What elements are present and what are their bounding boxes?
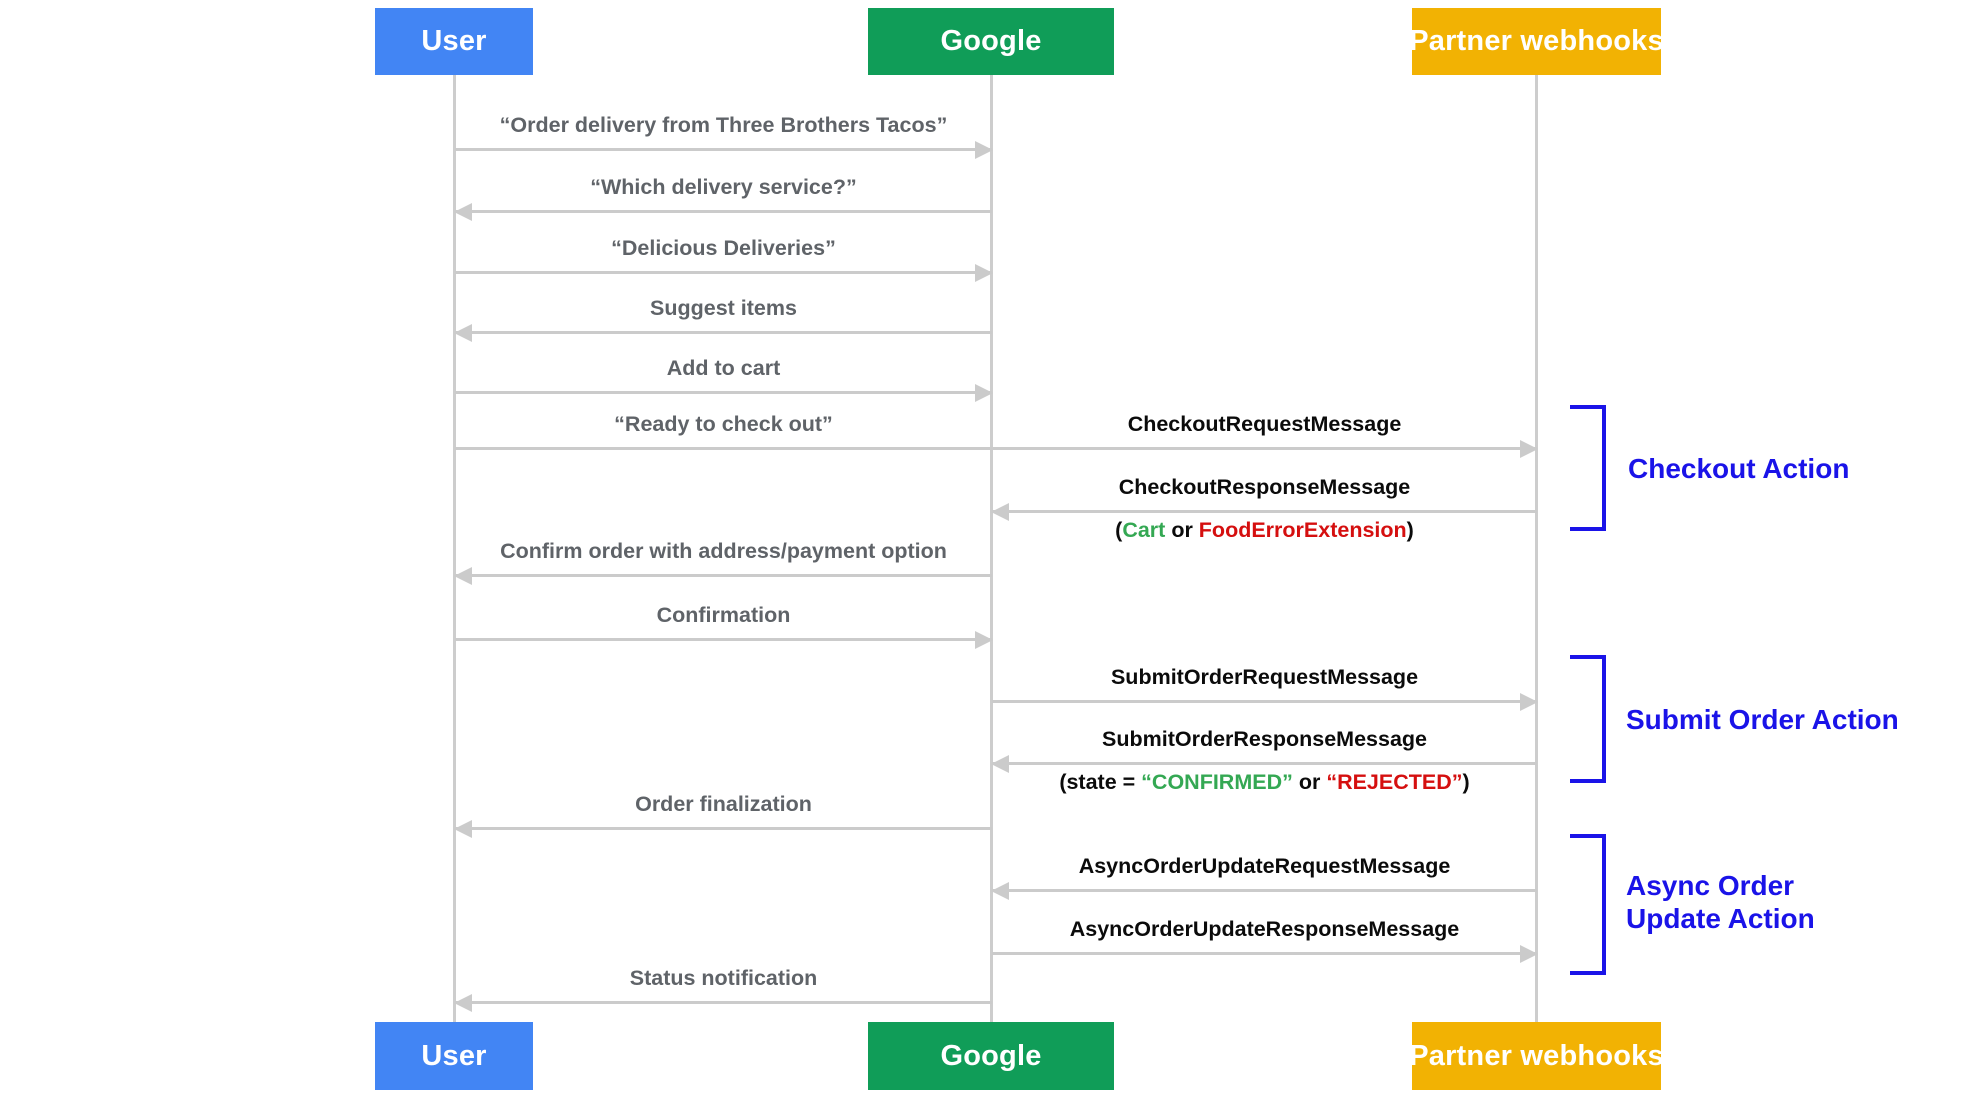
actor-footer-google[interactable]: Google [868, 1022, 1114, 1090]
sequence-diagram: User Google Partner webhooks “Order deli… [0, 0, 1983, 1098]
bracket-checkout-action [1570, 405, 1606, 531]
message-label: SubmitOrderResponseMessage [1102, 727, 1427, 751]
or-token: or [1292, 770, 1327, 794]
message-label: AsyncOrderUpdateRequestMessage [1078, 854, 1451, 878]
message-label: “Which delivery service?” [590, 175, 857, 199]
message-line [455, 210, 992, 213]
message-line [455, 1001, 992, 1004]
message-label: Confirmation [656, 603, 791, 627]
arrowhead-right-icon [975, 141, 993, 159]
message-label: “Ready to check out” [614, 412, 833, 436]
message-label: Add to cart [666, 356, 781, 380]
message-line [455, 331, 992, 334]
arrowhead-right-icon [1520, 440, 1538, 458]
actor-header-user[interactable]: User [375, 8, 533, 75]
arrowhead-right-icon [975, 631, 993, 649]
message-line [992, 447, 1537, 450]
arrowhead-right-icon [975, 264, 993, 282]
message-line [455, 271, 992, 274]
paren-close: ) [1406, 518, 1414, 542]
food-error-extension-token: FoodErrorExtension [1198, 518, 1407, 542]
arrowhead-left-icon [454, 994, 472, 1012]
lifeline-partner-webhooks [1535, 75, 1538, 1022]
message-label: Suggest items [650, 296, 797, 320]
message-line [992, 510, 1537, 513]
message-line [455, 148, 992, 151]
actor-header-partner-webhooks-label: Partner webhooks [1409, 25, 1664, 57]
bracket-async-order-update-action [1570, 834, 1606, 975]
message-label: CheckoutRequestMessage [1127, 412, 1402, 436]
message-label: Order finalization [635, 792, 812, 816]
bracket-submit-order-action [1570, 655, 1606, 783]
action-label-checkout: Checkout Action [1628, 453, 1850, 484]
arrowhead-left-icon [454, 567, 472, 585]
arrowhead-right-icon [1520, 945, 1538, 963]
message-line [992, 762, 1537, 765]
message-label: “Order delivery from Three Brothers Taco… [499, 113, 948, 137]
rejected-token: “REJECTED” [1326, 770, 1463, 794]
message-label: Status notification [629, 966, 818, 990]
message-label: “Delicious Deliveries” [611, 236, 836, 260]
message-sublabel: (Cart or FoodErrorExtension) [992, 518, 1537, 543]
message-line [992, 889, 1537, 892]
message-line [455, 391, 992, 394]
message-line [455, 447, 992, 450]
message-label: CheckoutResponseMessage [1118, 475, 1411, 499]
actor-header-user-label: User [421, 25, 487, 57]
message-line [992, 952, 1537, 955]
actor-header-google-label: Google [940, 25, 1042, 57]
cart-token: Cart [1122, 518, 1166, 542]
message-label: Confirm order with address/payment optio… [500, 539, 947, 563]
action-label-async-order-update: Async Order Update Action [1626, 870, 1815, 935]
message-label: SubmitOrderRequestMessage [1110, 665, 1419, 689]
actor-footer-user-label: User [421, 1039, 487, 1072]
arrowhead-right-icon [975, 384, 993, 402]
message-line [455, 638, 992, 641]
actor-footer-google-label: Google [940, 1039, 1042, 1072]
action-label-submit-order: Submit Order Action [1626, 704, 1899, 735]
message-line [455, 827, 992, 830]
message-sublabel: (state = “CONFIRMED” or “REJECTED”) [992, 770, 1537, 795]
paren-close: ) [1462, 770, 1470, 794]
confirmed-token: “CONFIRMED” [1141, 770, 1293, 794]
actor-header-partner-webhooks[interactable]: Partner webhooks [1409, 8, 1664, 75]
actor-header-google[interactable]: Google [868, 8, 1114, 75]
message-line [992, 700, 1537, 703]
message-label: AsyncOrderUpdateResponseMessage [1069, 917, 1460, 941]
or-token: or [1165, 518, 1199, 542]
actor-footer-partner-webhooks[interactable]: Partner webhooks [1409, 1022, 1664, 1090]
actor-footer-user[interactable]: User [375, 1022, 533, 1090]
state-prefix: (state = [1059, 770, 1142, 794]
arrowhead-left-icon [991, 882, 1009, 900]
actor-footer-partner-webhooks-label: Partner webhooks [1409, 1039, 1664, 1072]
arrowhead-left-icon [454, 203, 472, 221]
message-line [455, 574, 992, 577]
arrowhead-right-icon [1520, 693, 1538, 711]
arrowhead-left-icon [454, 820, 472, 838]
arrowhead-left-icon [454, 324, 472, 342]
